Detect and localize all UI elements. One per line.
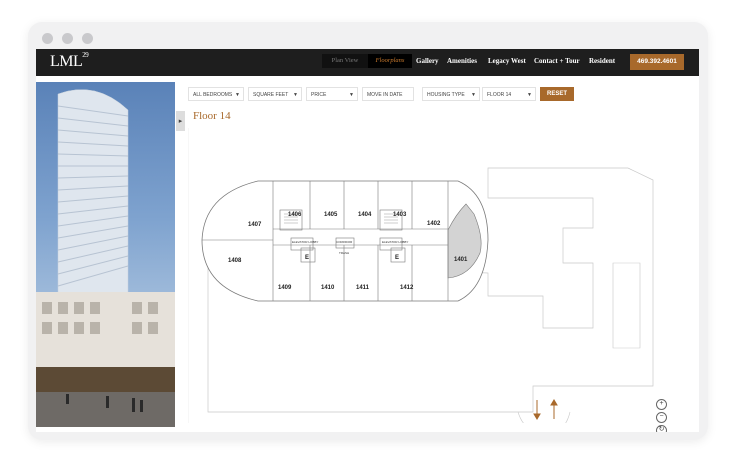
unit-1405-label[interactable]: 1405 bbox=[324, 212, 338, 218]
window-dot-icon bbox=[82, 33, 93, 44]
nav-contact-tour[interactable]: Contact + Tour bbox=[534, 57, 580, 65]
floor-filter[interactable]: FLOOR 14 ▼ bbox=[482, 87, 536, 101]
unit-1406-label[interactable]: 1406 bbox=[288, 212, 302, 218]
plan-border bbox=[188, 128, 189, 423]
reset-button[interactable]: RESET bbox=[540, 87, 574, 101]
bedrooms-filter[interactable]: ALL BEDROOMS ▼ bbox=[188, 87, 244, 101]
nav-resident[interactable]: Resident bbox=[589, 57, 615, 65]
floorplans-tab[interactable]: Floorplans bbox=[368, 54, 412, 68]
unit-1402-label[interactable]: 1402 bbox=[427, 221, 441, 227]
unit-1408-label[interactable]: 1408 bbox=[228, 258, 242, 264]
chevron-down-icon: ▼ bbox=[527, 92, 532, 98]
zoom-out-button[interactable]: − bbox=[656, 412, 667, 423]
corridor-label: CORRIDOR bbox=[336, 240, 353, 244]
unit-1403-label[interactable]: 1403 bbox=[393, 212, 407, 218]
top-nav: LML29 Plan View Floorplans Gallery Ameni… bbox=[36, 49, 699, 76]
floor-title: Floor 14 bbox=[193, 110, 231, 122]
housing-type-filter[interactable]: HOUSING TYPE ▼ bbox=[422, 87, 480, 101]
site-curve bbox=[517, 411, 571, 423]
unit-1404-label[interactable]: 1404 bbox=[358, 212, 372, 218]
page-viewport: LML29 Plan View Floorplans Gallery Ameni… bbox=[36, 49, 699, 432]
phone-button[interactable]: 469.392.4601 bbox=[630, 54, 684, 70]
building-photo bbox=[36, 82, 175, 427]
price-filter[interactable]: PRICE ▼ bbox=[306, 87, 358, 101]
entrance-arrows-icon bbox=[533, 399, 558, 420]
floor-plan: 1401 1402 1403 1404 1405 1406 1407 1408 … bbox=[188, 128, 654, 423]
chevron-down-icon: ▼ bbox=[471, 92, 476, 98]
unit-1411-label[interactable]: 1411 bbox=[356, 285, 370, 291]
trash-label: TRASH bbox=[339, 251, 349, 255]
chevron-down-icon: ▼ bbox=[235, 92, 240, 98]
window-dot-icon bbox=[62, 33, 73, 44]
move-in-date-field[interactable]: MOVE IN DATE bbox=[362, 87, 414, 101]
chevron-down-icon: ▼ bbox=[349, 92, 354, 98]
elevator-lobby-label: ELEVATOR LOBBY bbox=[382, 240, 408, 244]
site-room bbox=[612, 262, 641, 349]
elevator-e-label: E bbox=[305, 255, 309, 261]
nav-gallery[interactable]: Gallery bbox=[416, 57, 439, 65]
elevator-lobby-label: ELEVATOR LOBBY bbox=[292, 240, 318, 244]
elevator-e-label: E bbox=[395, 255, 399, 261]
sidebar-toggle-arrow-icon[interactable]: ▸ bbox=[176, 111, 185, 131]
plan-view-tab[interactable]: Plan View bbox=[322, 54, 368, 68]
nav-legacy-west[interactable]: Legacy West bbox=[488, 57, 526, 65]
logo[interactable]: LML29 bbox=[50, 51, 89, 71]
unit-1407-label[interactable]: 1407 bbox=[248, 222, 262, 228]
window-dot-icon bbox=[42, 33, 53, 44]
unit-1412-label[interactable]: 1412 bbox=[400, 285, 414, 291]
unit-1409-label[interactable]: 1409 bbox=[278, 285, 292, 291]
unit-1401-label[interactable]: 1401 bbox=[454, 257, 468, 263]
square-feet-filter[interactable]: SQUARE FEET ▼ bbox=[248, 87, 302, 101]
unit-1410-label[interactable]: 1410 bbox=[321, 285, 335, 291]
zoom-in-button[interactable]: + bbox=[656, 399, 667, 410]
browser-window: LML29 Plan View Floorplans Gallery Ameni… bbox=[28, 22, 708, 440]
nav-amenities[interactable]: Amenities bbox=[447, 57, 477, 65]
zoom-reset-button[interactable]: ↻ bbox=[656, 425, 667, 432]
chevron-down-icon: ▼ bbox=[293, 92, 298, 98]
